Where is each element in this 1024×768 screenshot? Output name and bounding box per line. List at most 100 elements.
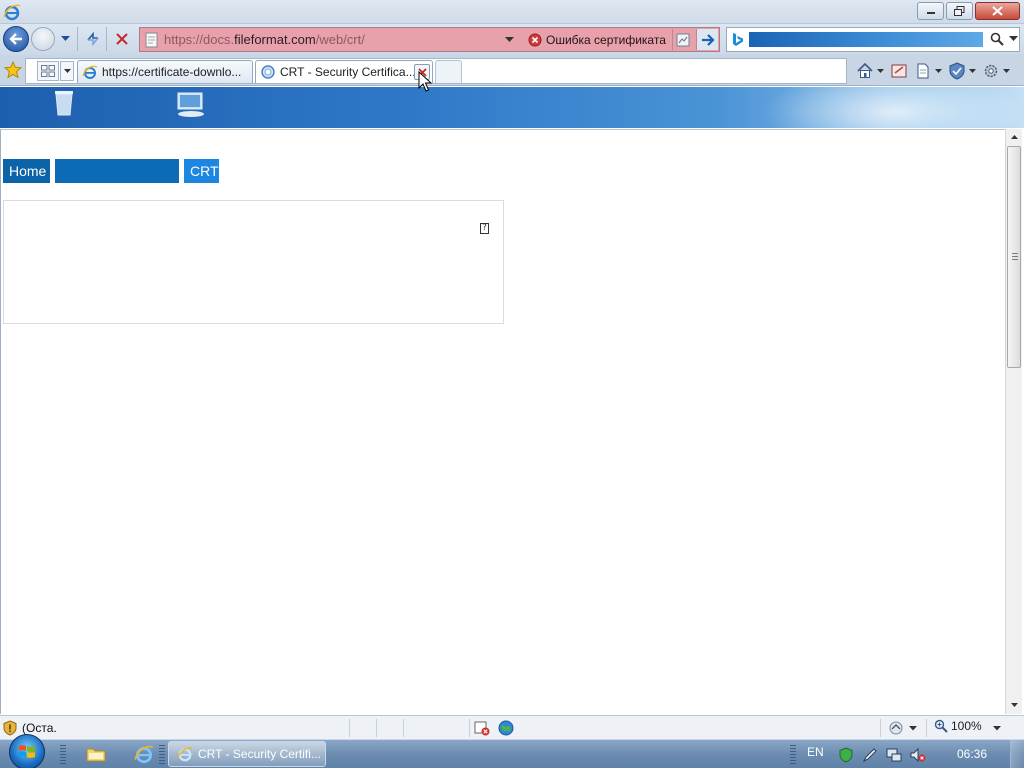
address-dropdown-button[interactable]: [504, 35, 514, 45]
network-tray-icon[interactable]: [886, 747, 902, 763]
taskbar-grip[interactable]: [790, 745, 796, 765]
page-icon: [917, 63, 929, 79]
restore-icon: [954, 6, 965, 16]
breadcrumb-crt[interactable]: CRT: [184, 159, 219, 183]
favorites-button[interactable]: [2, 59, 24, 81]
taskbar: CRT - Security Certifi... EN 06:36: [0, 734, 1024, 768]
chevron-down-icon: [968, 67, 976, 75]
zoom-level: 100%: [951, 719, 982, 733]
scroll-down-button[interactable]: [1006, 697, 1023, 714]
compatibility-refresh-icon: [87, 31, 99, 47]
gear-icon: [984, 64, 998, 78]
chevron-down-icon: [60, 36, 70, 41]
missing-glyph: ?: [480, 223, 489, 234]
chevron-down-icon: [876, 67, 884, 75]
new-tab-button[interactable]: [435, 60, 462, 83]
minimize-button[interactable]: [917, 2, 944, 20]
blocked-content-icon[interactable]: [474, 720, 490, 736]
go-button[interactable]: [696, 29, 718, 50]
close-icon: [992, 6, 1003, 16]
certificate-error-icon: [528, 33, 542, 46]
search-options-dropdown[interactable]: [1008, 34, 1018, 44]
breadcrumb-home[interactable]: Home: [3, 159, 50, 183]
command-bar: [856, 58, 1010, 84]
tab-certificate-download[interactable]: https://certificate-downlo...: [77, 60, 253, 83]
wallpaper-glow: [764, 87, 1024, 128]
search-button[interactable]: [989, 31, 1005, 47]
tab-list-dropdown[interactable]: [60, 61, 74, 81]
close-window-button[interactable]: [975, 2, 1020, 20]
internet-zone-icon[interactable]: [498, 720, 514, 736]
ie-taskbar-button[interactable]: [132, 742, 156, 766]
recycle-bin-icon[interactable]: [53, 89, 75, 117]
search-box[interactable]: [726, 27, 1020, 52]
zoom-control[interactable]: 100%: [934, 719, 982, 733]
content-card: ?: [3, 200, 504, 324]
feeds-button[interactable]: [890, 60, 908, 82]
quick-tabs-button[interactable]: [37, 61, 59, 81]
go-arrow-icon: [701, 33, 715, 46]
quick-tabs-icon: [41, 65, 55, 77]
tab-crt-security-certificate[interactable]: CRT - Security Certifica...: [255, 60, 433, 83]
certificate-error-label: Ошибка сертификата: [546, 32, 666, 47]
history-dropdown-button[interactable]: [59, 33, 71, 45]
back-button[interactable]: [3, 26, 29, 52]
protected-mode-dropdown[interactable]: [908, 724, 918, 732]
zoom-magnifier-icon: [934, 719, 948, 733]
restore-button[interactable]: [946, 2, 973, 20]
zoom-dropdown[interactable]: [992, 724, 1002, 732]
scrollbar-thumb[interactable]: [1007, 146, 1021, 368]
compatibility-refresh-button[interactable]: [82, 28, 104, 50]
breadcrumb-section[interactable]: [55, 159, 179, 183]
computer-icon[interactable]: [175, 92, 207, 118]
toolbar-divider: [77, 27, 78, 51]
security-warning-icon[interactable]: [3, 720, 17, 736]
stop-button[interactable]: [111, 28, 133, 50]
protected-mode-icon[interactable]: [888, 720, 904, 736]
certificate-error-button[interactable]: Ошибка сертификата: [525, 28, 671, 51]
pen-tray-icon[interactable]: [862, 747, 878, 763]
tab-title: CRT - Security Certifica...: [280, 65, 416, 79]
page-menu-button[interactable]: [914, 60, 942, 82]
toolbar-divider: [106, 27, 107, 51]
folder-icon: [86, 748, 106, 762]
volume-muted-icon[interactable]: [910, 747, 926, 763]
scroll-up-button[interactable]: [1006, 129, 1023, 146]
taskbar-window-title: CRT - Security Certifi...: [198, 747, 321, 761]
feeds-icon: [891, 64, 907, 78]
chevron-down-icon: [504, 37, 514, 42]
home-button[interactable]: [856, 60, 884, 82]
tab-title: https://certificate-downlo...: [102, 65, 242, 79]
vertical-scrollbar[interactable]: [1005, 129, 1022, 714]
breadcrumb: Home CRT: [3, 159, 219, 183]
taskbar-grip[interactable]: [159, 745, 165, 765]
back-arrow-icon: [9, 33, 22, 45]
search-input[interactable]: [749, 32, 983, 47]
status-divider: [349, 719, 350, 737]
clock[interactable]: 06:36: [957, 747, 987, 761]
address-url[interactable]: https://docs.fileformat.com/web/crt/: [164, 32, 365, 47]
start-button[interactable]: [9, 734, 45, 768]
ie-page-icon: [82, 65, 98, 79]
window-title-bar: [0, 0, 1024, 24]
show-desktop-button[interactable]: [1010, 740, 1024, 768]
address-bar[interactable]: https://docs.fileformat.com/web/crt/ Оши…: [139, 27, 720, 52]
status-text: (Оста.: [22, 721, 57, 735]
tools-menu-button[interactable]: [982, 60, 1010, 82]
explorer-taskbar-button[interactable]: [84, 742, 108, 766]
safety-icon: [949, 62, 965, 80]
loading-icon: [261, 65, 275, 79]
status-divider: [403, 719, 404, 737]
ie-logo-icon: [134, 745, 154, 764]
taskbar-active-window[interactable]: CRT - Security Certifi...: [168, 741, 326, 767]
forward-button[interactable]: [31, 27, 55, 51]
mouse-cursor-icon: [418, 71, 432, 92]
status-bar: (Оста. 100%: [0, 715, 1024, 739]
safety-menu-button[interactable]: [948, 60, 976, 82]
compatibility-view-button[interactable]: [672, 29, 692, 50]
taskbar-grip[interactable]: [60, 745, 66, 765]
minimize-icon: [926, 12, 935, 14]
status-divider: [469, 719, 470, 737]
language-indicator[interactable]: EN: [807, 745, 824, 759]
security-tray-icon[interactable]: [838, 747, 854, 763]
